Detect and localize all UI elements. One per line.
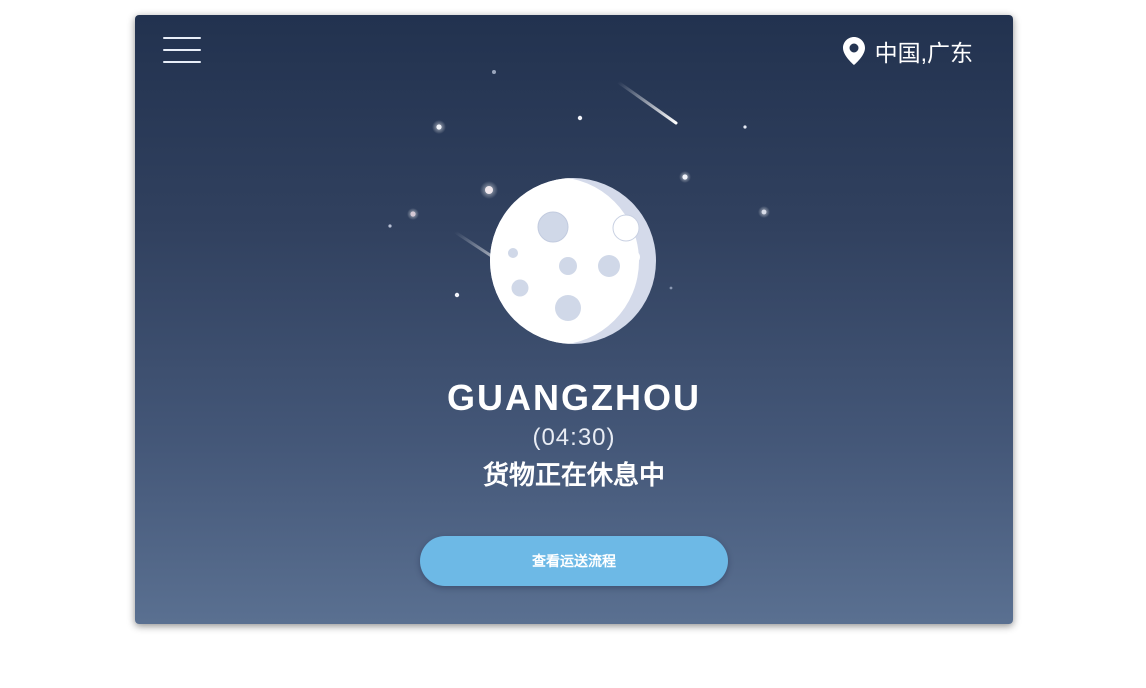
city-name: GUANGZHOU [447, 377, 701, 418]
star [743, 125, 747, 129]
shooting-star [616, 80, 678, 125]
weather-card: 中国,广东 GUANGZHOU (04:30) 货物正在休息中 查看运送流程 [135, 15, 1013, 624]
shooting-star [453, 230, 495, 259]
view-shipping-process-button[interactable]: 查看运送流程 [420, 536, 728, 586]
star [436, 124, 442, 130]
shipment-status: 货物正在休息中 [482, 461, 665, 491]
star [669, 286, 673, 290]
moon-icon [490, 178, 656, 344]
star [388, 224, 392, 228]
star [577, 115, 583, 121]
star [492, 70, 496, 74]
star [454, 292, 460, 298]
local-time: (04:30) [532, 424, 616, 451]
star [682, 174, 688, 180]
star [761, 209, 767, 215]
star [410, 211, 416, 217]
